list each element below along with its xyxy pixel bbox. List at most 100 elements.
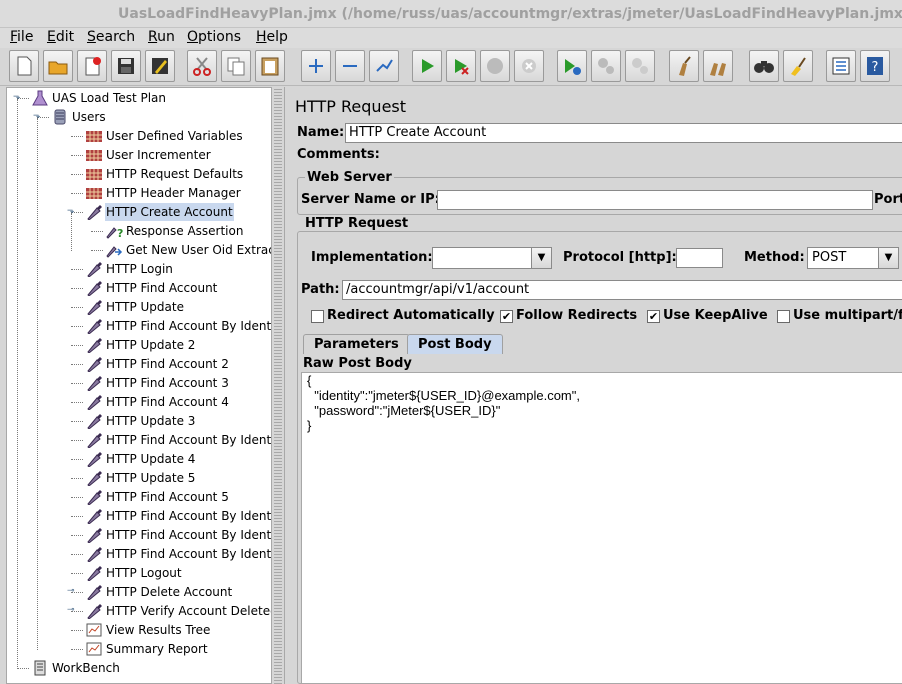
implementation-label: Implementation:	[311, 250, 433, 265]
redirect-automatically-checkbox[interactable]	[311, 310, 324, 323]
tree-node-label: HTTP Verify Account Deleted	[106, 604, 272, 618]
tree-node-label: HTTP Update	[106, 300, 184, 314]
stop-button[interactable]	[480, 50, 510, 82]
menu-help[interactable]: Help	[256, 29, 288, 45]
sampler-icon	[85, 356, 103, 373]
test-plan-icon	[31, 90, 49, 106]
toggle-button[interactable]	[369, 50, 399, 82]
tree-node-label: Summary Report	[106, 642, 208, 656]
raw-post-body-label: Raw Post Body	[303, 356, 412, 371]
method-select[interactable]: POST ▼	[807, 247, 899, 269]
name-label: Name:	[297, 125, 345, 140]
start-button[interactable]	[412, 50, 442, 82]
remote-shutdown-icon	[632, 58, 648, 74]
close-document-icon	[85, 57, 101, 76]
sampler-icon	[85, 565, 103, 582]
brush-icon	[791, 57, 806, 76]
window-title: UasLoadFindHeavyPlan.jmx (/home/russ/uas…	[118, 6, 902, 22]
window-titlebar: UasLoadFindHeavyPlan.jmx (/home/russ/uas…	[0, 0, 902, 28]
clear-button[interactable]	[669, 50, 699, 82]
tree-connector	[71, 554, 83, 555]
body-line: "identity":"jmeter${USER_ID}@example.com…	[307, 388, 580, 403]
plus-icon	[309, 59, 323, 73]
tree-connector	[91, 250, 103, 251]
list-icon	[832, 57, 850, 75]
broom-all-icon	[710, 63, 726, 76]
menu-edit[interactable]: Edit	[47, 29, 74, 45]
path-label: Path:	[301, 282, 340, 297]
path-field[interactable]: /accountmgr/api/v1/account	[342, 280, 902, 300]
help-button[interactable]: ?	[860, 50, 890, 82]
paste-button[interactable]	[255, 50, 285, 82]
menu-options[interactable]: Options	[187, 29, 241, 45]
start-no-pauses-button[interactable]	[446, 50, 476, 82]
follow-redirects-checkbox[interactable]: ✔	[500, 310, 513, 323]
remote-start-button[interactable]	[557, 50, 587, 82]
tree-node-label: HTTP Find Account By Identity 5	[106, 547, 272, 561]
tree-connector	[71, 402, 83, 403]
use-multipart-label: Use multipart/fo	[793, 308, 902, 323]
sampler-icon	[85, 375, 103, 392]
tree-guide	[17, 99, 18, 669]
save-as-button[interactable]	[145, 50, 175, 82]
body-line: {	[307, 373, 312, 388]
play-no-timer-icon	[455, 59, 469, 75]
sampler-icon	[85, 451, 103, 468]
new-button[interactable]	[9, 50, 39, 82]
tree-connector	[71, 535, 83, 536]
stop-icon	[487, 58, 503, 74]
tree-guide	[71, 213, 72, 251]
menu-search[interactable]: Search	[87, 29, 135, 45]
protocol-field[interactable]	[676, 248, 723, 268]
name-field[interactable]: HTTP Create Account	[345, 123, 902, 143]
use-multipart-checkbox[interactable]	[777, 310, 790, 323]
tree-connector	[71, 136, 83, 137]
reset-search-button[interactable]	[783, 50, 813, 82]
cut-button[interactable]	[187, 50, 217, 82]
tree-node-label: UAS Load Test Plan	[52, 91, 166, 105]
tab-post-body[interactable]: Post Body	[407, 334, 503, 354]
tree-connector	[71, 459, 83, 460]
tab-parameters[interactable]: Parameters	[303, 334, 410, 354]
svg-text:?: ?	[117, 227, 123, 239]
redirect-automatically-label: Redirect Automatically	[327, 308, 495, 323]
menu-file[interactable]: File	[10, 29, 33, 45]
menu-run[interactable]: Run	[148, 29, 175, 45]
play-icon	[422, 59, 434, 73]
tree-node-label: User Incrementer	[106, 148, 211, 162]
tree-connector	[71, 497, 83, 498]
server-name-field[interactable]	[437, 190, 873, 210]
remote-shutdown-button[interactable]	[625, 50, 655, 82]
tree-connector	[71, 573, 83, 574]
port-label: Port	[874, 192, 902, 207]
test-plan-tree[interactable]: UAS Load Test Plan ⬎ Users ⬎ User Defined Va…	[6, 87, 272, 684]
post-body-editor[interactable]: { "identity":"jmeter${USER_ID}@example.c…	[301, 372, 902, 684]
use-keepalive-checkbox[interactable]: ✔	[647, 310, 660, 323]
tree-node-label: HTTP Find Account By Identity	[106, 319, 272, 333]
expand-button[interactable]	[301, 50, 331, 82]
tree-connector	[71, 364, 83, 365]
shutdown-button[interactable]	[514, 50, 544, 82]
collapsed-toggle-icon[interactable]: ⊸	[67, 587, 75, 596]
search-button[interactable]	[749, 50, 779, 82]
collapse-button[interactable]	[335, 50, 365, 82]
tree-connector	[71, 345, 83, 346]
chevron-down-icon: ▼	[531, 248, 551, 268]
remote-stop-button[interactable]	[591, 50, 621, 82]
tree-node-label: HTTP Delete Account	[106, 585, 233, 599]
save-button[interactable]	[111, 50, 141, 82]
copy-icon	[227, 57, 245, 76]
close-button[interactable]	[77, 50, 107, 82]
clear-all-button[interactable]	[703, 50, 733, 82]
tree-connector	[71, 288, 83, 289]
implementation-select[interactable]: ▼	[432, 247, 552, 269]
tree-node-label: HTTP Find Account By Identity 2	[106, 433, 272, 447]
copy-button[interactable]	[221, 50, 251, 82]
extractor-icon	[105, 242, 123, 258]
tree-node-label: HTTP Find Account 4	[106, 395, 229, 409]
open-button[interactable]	[43, 50, 73, 82]
splitter[interactable]	[274, 87, 282, 684]
function-helper-button[interactable]	[826, 50, 856, 82]
tree-node-label: Get New User Oid Extractor	[126, 243, 271, 257]
collapsed-toggle-icon[interactable]: ⊸	[67, 606, 75, 615]
